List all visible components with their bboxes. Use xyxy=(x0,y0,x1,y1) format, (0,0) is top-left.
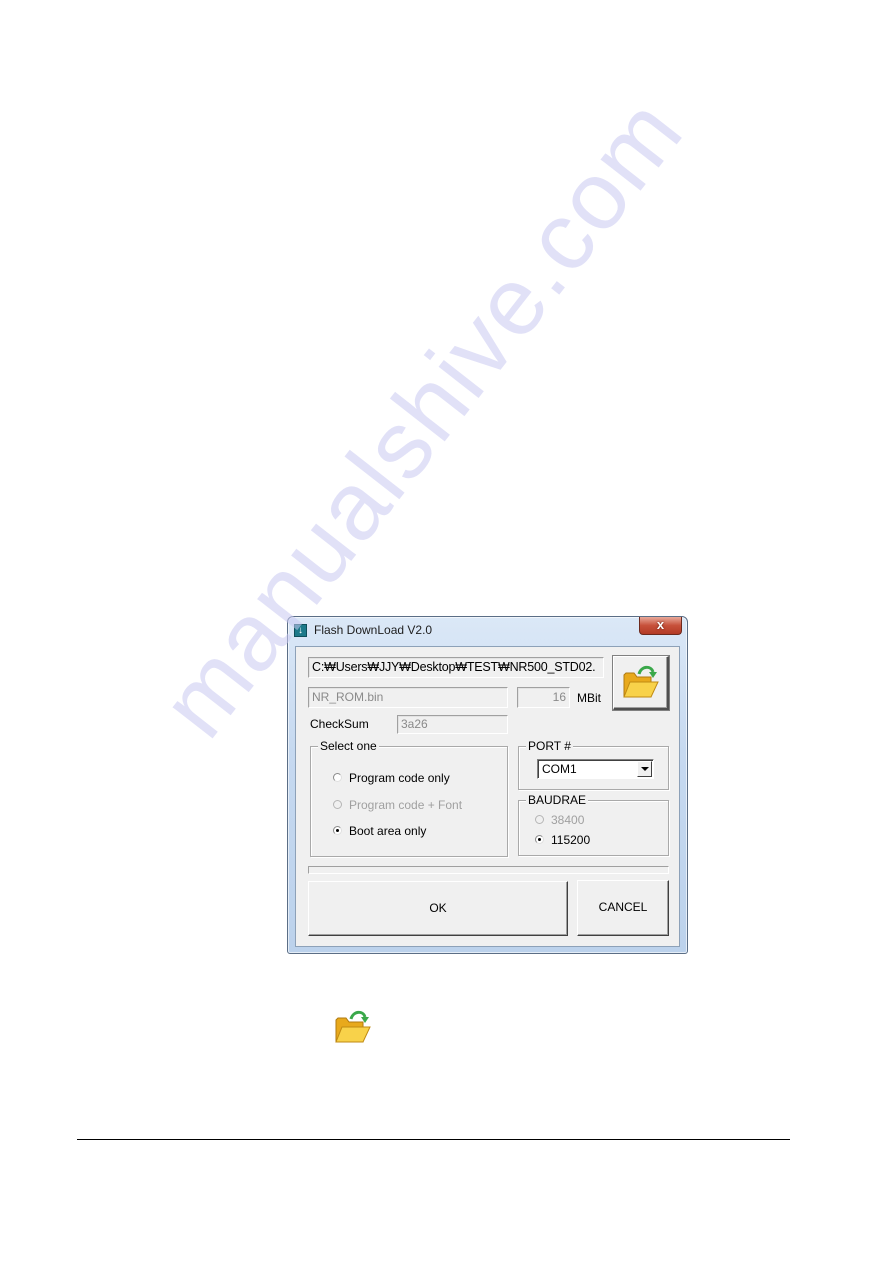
checksum-label: CheckSum xyxy=(310,717,369,731)
ok-button[interactable]: OK xyxy=(308,881,568,936)
size-unit-label: MBit xyxy=(577,691,601,705)
radio-label: Program code only xyxy=(349,771,450,785)
baudrate-group: BAUDRAE 38400 115200 xyxy=(518,793,669,856)
window-title: Flash DownLoad V2.0 xyxy=(314,623,433,637)
checksum-field: 3a26 xyxy=(397,715,508,734)
close-button[interactable]: x xyxy=(639,617,682,635)
chevron-down-icon[interactable] xyxy=(637,761,652,777)
port-selected-value: COM1 xyxy=(542,762,577,776)
radio-label: Boot area only xyxy=(349,824,427,838)
port-select[interactable]: COM1 xyxy=(537,759,654,779)
dialog-client-area: C:₩Users₩JJY₩Desktop₩TEST₩NR500_STD02. N… xyxy=(295,646,680,947)
file-size-field: 16 xyxy=(517,687,570,708)
radio-indicator xyxy=(333,800,342,809)
select-one-caption: Select one xyxy=(318,739,379,753)
radio-label: 115200 xyxy=(551,833,591,847)
download-progress-bar xyxy=(308,866,669,874)
baudrate-caption: BAUDRAE xyxy=(526,793,589,807)
footer-divider xyxy=(77,1139,790,1140)
radio-indicator xyxy=(535,815,544,824)
file-path-field[interactable]: C:₩Users₩JJY₩Desktop₩TEST₩NR500_STD02. xyxy=(308,657,604,678)
port-group: PORT # COM1 xyxy=(518,739,669,790)
radio-label: 38400 xyxy=(551,813,585,827)
port-caption: PORT # xyxy=(526,739,573,753)
download-icon: ↓ xyxy=(294,624,307,637)
cancel-button[interactable]: CANCEL xyxy=(577,880,669,936)
open-folder-icon xyxy=(623,665,659,698)
open-folder-icon xyxy=(335,1010,371,1043)
title-bar[interactable]: ↓ Flash DownLoad V2.0 x xyxy=(288,617,687,641)
select-one-group: Select one Program code only Program cod… xyxy=(310,739,508,857)
flash-download-dialog: ↓ Flash DownLoad V2.0 x C:₩Users₩JJY₩Des… xyxy=(287,616,688,954)
radio-label: Program code + Font xyxy=(349,798,463,812)
radio-indicator xyxy=(333,773,342,782)
radio-indicator xyxy=(333,826,342,835)
file-name-field: NR_ROM.bin xyxy=(308,687,508,708)
open-file-button[interactable] xyxy=(613,656,669,710)
radio-indicator xyxy=(535,835,544,844)
